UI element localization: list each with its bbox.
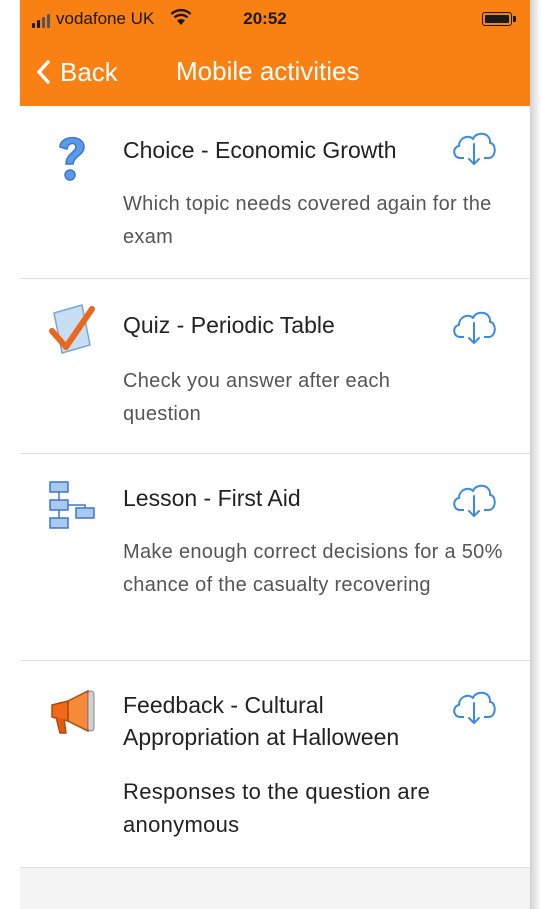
battery-icon — [482, 12, 516, 26]
chevron-left-icon — [37, 60, 50, 84]
app-header: vodafone UK 20:52 Back Mobile activities — [20, 0, 530, 106]
activity-item-choice[interactable]: Choice - Economic Growth Which topic nee… — [20, 106, 530, 279]
activity-title: Feedback - Cultural Appropriation at Hal… — [123, 692, 400, 750]
activity-title: Lesson - First Aid — [123, 485, 301, 511]
back-button[interactable]: Back — [36, 52, 118, 92]
question-icon — [59, 136, 85, 181]
back-label: Back — [60, 56, 118, 87]
activity-list: Choice - Economic Growth Which topic nee… — [20, 106, 530, 868]
activity-title: Quiz - Periodic Table — [123, 312, 335, 338]
phone-screen: vodafone UK 20:52 Back Mobile activities — [20, 0, 530, 909]
activity-description: Check you answer after each question — [123, 370, 391, 425]
download-cloud-icon[interactable] — [450, 685, 500, 725]
page-title: Mobile activities — [176, 56, 360, 86]
download-cloud-icon[interactable] — [450, 305, 500, 345]
screen-edge-shadow — [530, 0, 541, 909]
activity-description: Which topic needs covered again for the … — [123, 193, 492, 248]
download-cloud-icon[interactable] — [450, 478, 500, 518]
activity-description: Make enough correct decisions for a 50% … — [123, 541, 503, 596]
activity-item-lesson[interactable]: Lesson - First Aid Make enough correct d… — [20, 454, 530, 661]
megaphone-icon — [51, 689, 95, 734]
download-cloud-icon[interactable] — [450, 126, 500, 166]
activity-item-feedback[interactable]: Feedback - Cultural Appropriation at Hal… — [20, 661, 530, 868]
quiz-checkmark-icon — [49, 304, 95, 354]
lesson-flowchart-icon — [49, 481, 95, 529]
status-time: 20:52 — [243, 9, 287, 28]
status-bar: vodafone UK 20:52 — [20, 0, 530, 40]
activity-item-quiz[interactable]: Quiz - Periodic Table Check you answer a… — [20, 279, 530, 454]
activity-description: Responses to the question are anonymous — [123, 779, 431, 837]
activity-title: Choice - Economic Growth — [123, 137, 397, 163]
